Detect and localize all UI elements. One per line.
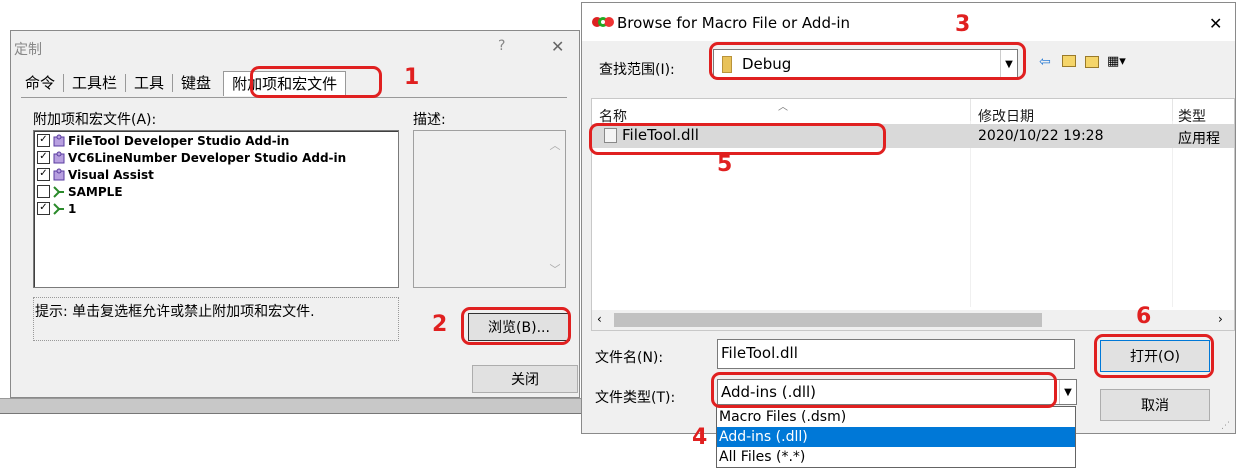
description-box: ︿ ﹀ xyxy=(413,130,566,288)
column-header-type[interactable]: 类型 xyxy=(1178,106,1206,126)
puzzle-icon xyxy=(52,168,66,182)
addin-checkbox[interactable]: ✓ xyxy=(37,151,50,164)
filename-label: 文件名(N): xyxy=(595,350,664,366)
scroll-up-icon[interactable]: ︿ xyxy=(547,137,563,153)
annotation-number-1: 1 xyxy=(404,65,420,90)
addin-checkbox[interactable]: ✓ xyxy=(37,202,50,215)
addin-name: Visual Assist xyxy=(68,167,154,182)
filename-input[interactable]: FileTool.dll xyxy=(717,339,1075,369)
customize-dialog-title: 定制 xyxy=(14,42,42,58)
column-header-modified[interactable]: 修改日期 xyxy=(978,106,1034,126)
column-divider-body xyxy=(1172,121,1173,307)
filetype-option-macro[interactable]: Macro Files (.dsm) xyxy=(717,407,1075,427)
browse-close-button[interactable]: ✕ xyxy=(1209,14,1222,33)
addin-name: VC6LineNumber Developer Studio Add-in xyxy=(68,150,347,165)
sort-arrow-icon: ︿ xyxy=(778,102,788,113)
addin-list-item[interactable]: ✓ 1 xyxy=(37,200,395,217)
addin-list-item[interactable]: ✓ Visual Assist xyxy=(37,166,395,183)
view-menu-icon[interactable]: ▦▾ xyxy=(1107,54,1126,69)
annotation-box-open xyxy=(1094,334,1214,378)
addin-rows: ✓ FileTool Developer Studio Add-in ✓ VC6Lin… xyxy=(37,132,395,217)
addins-list[interactable]: ✓ FileTool Developer Studio Add-in ✓ VC6Lin… xyxy=(33,130,399,288)
tab-tools[interactable]: 工具 xyxy=(126,71,172,95)
annotation-box-look-in xyxy=(709,42,1026,80)
filetype-option-addins[interactable]: Add-ins (.dll) xyxy=(717,427,1075,447)
filetype-dropdown-list[interactable]: Macro Files (.dsm) Add-ins (.dll) All Fi… xyxy=(716,406,1076,468)
annotation-number-4: 4 xyxy=(692,425,708,450)
new-folder-icon[interactable] xyxy=(1085,56,1099,68)
annotation-box-browse xyxy=(461,307,571,345)
annotation-box-file xyxy=(589,123,886,155)
cancel-button-label: 取消 xyxy=(1141,398,1169,414)
filetype-option-all[interactable]: All Files (*.*) xyxy=(717,447,1075,467)
annotation-box-tab xyxy=(250,66,382,98)
browse-dialog-title: Browse for Macro File or Add-in xyxy=(617,14,851,32)
file-modified: 2020/10/22 19:28 xyxy=(978,128,1104,144)
addin-name: 1 xyxy=(68,201,77,216)
macro-icon xyxy=(52,185,66,199)
tab-commands[interactable]: 命令 xyxy=(17,71,63,95)
column-divider xyxy=(970,99,971,121)
annotation-number-5: 5 xyxy=(717,152,733,177)
close-button[interactable]: 关闭 xyxy=(472,365,578,393)
back-icon[interactable]: ⇦ xyxy=(1039,54,1051,70)
filename-value: FileTool.dll xyxy=(721,344,798,362)
puzzle-icon xyxy=(52,151,66,165)
hint-text: 提示: 单击复选框允许或禁止附加项和宏文件. xyxy=(35,304,315,320)
scroll-thumb[interactable] xyxy=(614,313,1042,327)
addins-label: 附加项和宏文件(A): xyxy=(33,112,157,128)
addin-name: FileTool Developer Studio Add-in xyxy=(68,133,290,148)
addin-list-item[interactable]: SAMPLE xyxy=(37,183,395,200)
addin-checkbox[interactable] xyxy=(37,185,50,198)
chevron-down-icon[interactable]: ▼ xyxy=(1059,380,1076,404)
cancel-button[interactable]: 取消 xyxy=(1100,389,1210,421)
resize-grip-icon[interactable]: ⋰ xyxy=(1221,421,1230,431)
up-folder-icon[interactable] xyxy=(1062,55,1076,67)
column-divider xyxy=(1172,99,1173,121)
close-button-label: 关闭 xyxy=(511,372,539,388)
app-logo-icon xyxy=(592,15,614,29)
description-scrollbar[interactable]: ︿ ﹀ xyxy=(547,133,563,285)
column-divider-body xyxy=(970,121,971,307)
addin-list-item[interactable]: ✓ FileTool Developer Studio Add-in xyxy=(37,132,395,149)
annotation-number-3: 3 xyxy=(955,12,971,37)
addin-checkbox[interactable]: ✓ xyxy=(37,168,50,181)
look-in-label: 查找范围(I): xyxy=(599,62,675,78)
description-label: 描述: xyxy=(413,112,446,128)
customize-close-button[interactable]: ✕ xyxy=(551,37,564,56)
addin-name: SAMPLE xyxy=(68,184,123,199)
help-button[interactable]: ? xyxy=(498,38,505,54)
annotation-box-filetype xyxy=(711,372,1057,408)
addin-checkbox[interactable]: ✓ xyxy=(37,134,50,147)
filetype-label: 文件类型(T): xyxy=(595,390,676,406)
scroll-right-icon[interactable]: › xyxy=(1218,312,1223,326)
addin-list-item[interactable]: ✓ VC6LineNumber Developer Studio Add-in xyxy=(37,149,395,166)
hint-box: 提示: 单击复选框允许或禁止附加项和宏文件. xyxy=(33,297,399,341)
macro-icon xyxy=(52,202,66,216)
annotation-number-2: 2 xyxy=(432,312,448,337)
scroll-left-icon[interactable]: ‹ xyxy=(597,312,602,326)
scroll-down-icon[interactable]: ﹀ xyxy=(547,261,563,277)
file-type: 应用程 xyxy=(1178,131,1220,147)
annotation-number-6: 6 xyxy=(1136,304,1152,329)
background-window-edge xyxy=(0,398,600,414)
puzzle-icon xyxy=(52,134,66,148)
tab-keyboard[interactable]: 键盘 xyxy=(173,71,219,95)
tab-toolbars[interactable]: 工具栏 xyxy=(64,71,125,95)
